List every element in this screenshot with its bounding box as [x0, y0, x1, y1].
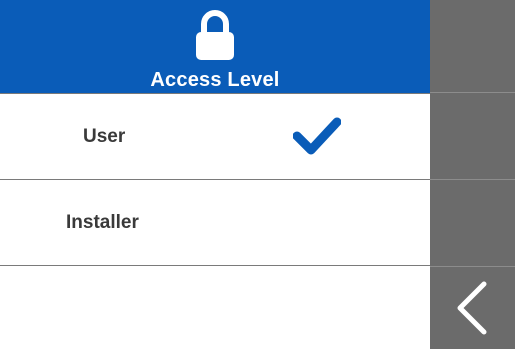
- checkmark-icon: [293, 117, 341, 155]
- access-level-list: User Installer: [0, 93, 430, 349]
- option-label: Installer: [66, 211, 139, 233]
- back-button[interactable]: [430, 266, 515, 349]
- sidebar: [430, 0, 515, 349]
- sidebar-slot-2: [430, 93, 515, 180]
- chevron-left-icon: [457, 281, 487, 335]
- page-title: Access Level: [150, 69, 280, 91]
- option-user[interactable]: User: [0, 93, 430, 180]
- option-label: User: [83, 125, 126, 147]
- option-installer[interactable]: Installer: [0, 180, 430, 266]
- access-level-screen: Access Level User Installer: [0, 0, 515, 349]
- header: Access Level: [0, 0, 430, 93]
- empty-row: [0, 266, 430, 349]
- sidebar-slot-1: [430, 0, 515, 93]
- sidebar-slot-3: [430, 180, 515, 267]
- lock-icon: [196, 10, 234, 60]
